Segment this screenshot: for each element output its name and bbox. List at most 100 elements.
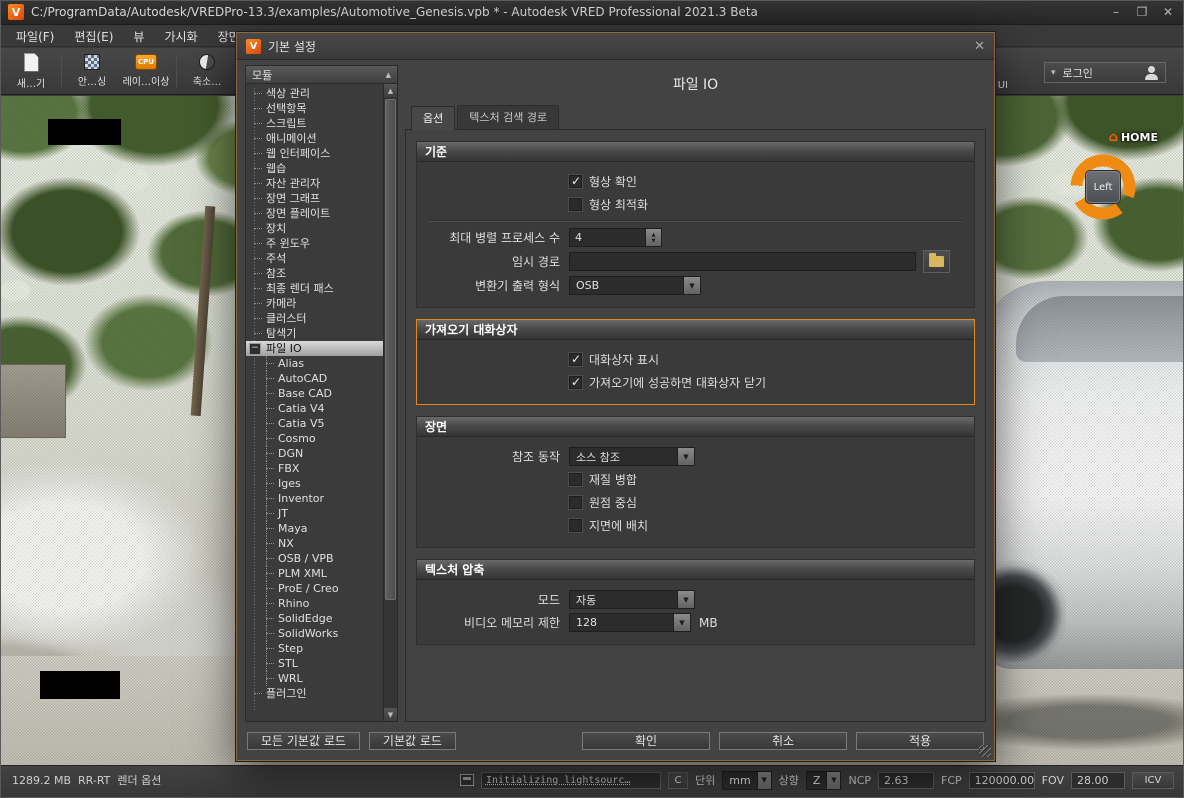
module-tree-item[interactable]: Base CAD [246,386,383,401]
module-tree-item[interactable]: Catia V5 [246,416,383,431]
scroll-down-icon[interactable]: ▼ [384,708,397,721]
reference-behavior-combo[interactable]: 소스 참조 ▼ [569,447,695,466]
module-tree-item[interactable]: SolidWorks [246,626,383,641]
load-defaults-button[interactable]: 기본값 로드 [368,732,456,750]
module-tree-item[interactable]: 주석 [246,251,383,266]
module-tree-item[interactable]: 최종 렌더 패스 [246,281,383,296]
geometry-optimize-checkbox[interactable] [569,198,582,211]
new-scene-button[interactable]: 새…기 [4,50,58,92]
module-tree-item[interactable]: 색상 관리 [246,86,383,101]
module-tree-item[interactable]: 주 윈도우 [246,236,383,251]
converter-format-combo[interactable]: OSB ▼ [569,276,701,295]
module-tree-item[interactable]: ProE / Creo [246,581,383,596]
geometry-check-checkbox[interactable] [569,174,582,188]
module-tree-item[interactable]: JT [246,506,383,521]
icv-button[interactable]: ICV [1132,771,1174,789]
up-axis-combo[interactable]: Z ▼ [805,770,842,790]
browse-folder-button[interactable] [923,250,950,273]
module-tree-item[interactable]: Cosmo [246,431,383,446]
module-tree-item[interactable]: FBX [246,461,383,476]
tab-texture-search-path[interactable]: 텍스처 검색 경로 [457,105,560,129]
tab-options[interactable]: 옵션 [411,106,456,130]
module-tree-item[interactable]: Step [246,641,383,656]
show-dialog-checkbox[interactable] [569,352,582,366]
ncp-field[interactable]: 2.63 [878,771,935,789]
module-tree-item[interactable]: NX [246,536,383,551]
module-tree-item[interactable]: PLM XML [246,566,383,581]
module-tree-item[interactable]: Maya [246,521,383,536]
center-origin-checkbox[interactable] [569,496,582,509]
tool-label: 레이…이상 [122,77,170,88]
cancel-button[interactable]: 취소 [719,732,847,750]
close-button[interactable]: ✕ [1160,5,1176,19]
module-tree-item-label: FBX [278,462,300,475]
module-tree-item[interactable]: 스크립트 [246,116,383,131]
scroll-up-icon[interactable]: ▲ [384,84,397,97]
scrollbar-track[interactable] [384,97,397,708]
spinner-arrows-icon[interactable]: ▲ ▼ [645,229,661,246]
module-tree-item[interactable]: Alias [246,356,383,371]
module-tree-item[interactable]: 파일 IO [246,341,383,356]
load-all-defaults-button[interactable]: 모든 기본값 로드 [247,732,360,750]
module-tree-item[interactable]: 웹습 [246,161,383,176]
resize-grip[interactable] [979,745,991,757]
downscale-button[interactable]: 축소… [180,50,234,92]
c-button[interactable]: C [667,771,688,789]
dialog-title: 기본 설정 [268,39,316,54]
module-tree-item-label: Alias [278,357,305,370]
module-tree-item[interactable]: 장면 플레이트 [246,206,383,221]
dialog-close-button[interactable]: ✕ [974,39,985,54]
module-tree-item[interactable]: Catia V4 [246,401,383,416]
module-tree-item[interactable]: WRL [246,671,383,686]
maximize-button[interactable]: ❐ [1134,5,1150,19]
raytracing-cpu-button[interactable]: CPU 레이…이상 [119,50,173,92]
render-options-link[interactable]: 렌더 옵션 [117,772,161,788]
navcube-face[interactable]: Left [1085,170,1121,204]
module-tree-item[interactable]: 탐색기 [246,326,383,341]
module-tree-item-label: Iges [278,477,301,490]
max-parallel-spinner[interactable]: 4 ▲ ▼ [569,228,662,247]
module-tree-item[interactable]: DGN [246,446,383,461]
unit-combo[interactable]: mm ▼ [722,770,772,790]
temp-path-input[interactable] [569,252,916,271]
module-tree-item[interactable]: STL [246,656,383,671]
module-tree-item[interactable]: SolidEdge [246,611,383,626]
module-tree-item[interactable]: 장면 그래프 [246,191,383,206]
module-tree-item[interactable]: 클러스터 [246,311,383,326]
modules-header[interactable]: 모듈 ▲ [246,66,397,84]
scrollbar-thumb[interactable] [385,99,396,601]
dialog-titlebar[interactable]: V 기본 설정 ✕ [237,33,994,60]
minimize-button[interactable]: – [1108,5,1124,19]
module-tree-item[interactable]: Iges [246,476,383,491]
module-tree-item[interactable]: 애니메이션 [246,131,383,146]
navigation-cube[interactable]: ⌂ HOME Left [1050,130,1162,224]
apply-button[interactable]: 적용 [856,732,984,750]
fov-field[interactable]: 28.00 [1071,771,1125,789]
antialiasing-button[interactable]: 안…싱 [65,50,119,92]
menu-item[interactable]: 가시화 [154,26,207,47]
module-tree-item[interactable]: 장치 [246,221,383,236]
video-memory-combo[interactable]: 128 ▼ [569,613,691,632]
place-on-ground-checkbox[interactable] [569,519,582,532]
module-tree-item[interactable]: 자산 관리자 [246,176,383,191]
fcp-field[interactable]: 120000.00 [968,771,1035,789]
close-on-success-checkbox[interactable] [569,375,582,389]
module-tree-item[interactable]: Rhino [246,596,383,611]
ok-button[interactable]: 확인 [582,732,710,750]
module-tree-item[interactable]: OSB / VPB [246,551,383,566]
menu-item[interactable]: 파일(F) [6,26,64,47]
menu-item[interactable]: 뷰 [123,26,154,47]
module-tree-item[interactable]: 플러그인 [246,686,383,701]
tree-scrollbar[interactable]: ▲ ▼ [383,84,397,721]
menu-item[interactable]: 편집(E) [64,26,123,47]
module-tree-item[interactable]: 선택항목 [246,101,383,116]
module-tree-item[interactable]: 참조 [246,266,383,281]
module-tree-item[interactable]: AutoCAD [246,371,383,386]
module-tree-item[interactable]: Inventor [246,491,383,506]
navcube-home-label[interactable]: ⌂ HOME [1109,130,1158,145]
module-tree-item[interactable]: 웹 인터페이스 [246,146,383,161]
merge-materials-checkbox[interactable] [569,473,582,486]
texture-mode-combo[interactable]: 자동 ▼ [569,590,695,609]
module-tree-item[interactable]: 카메라 [246,296,383,311]
login-button[interactable]: ▾ 로그인 [1044,62,1166,83]
